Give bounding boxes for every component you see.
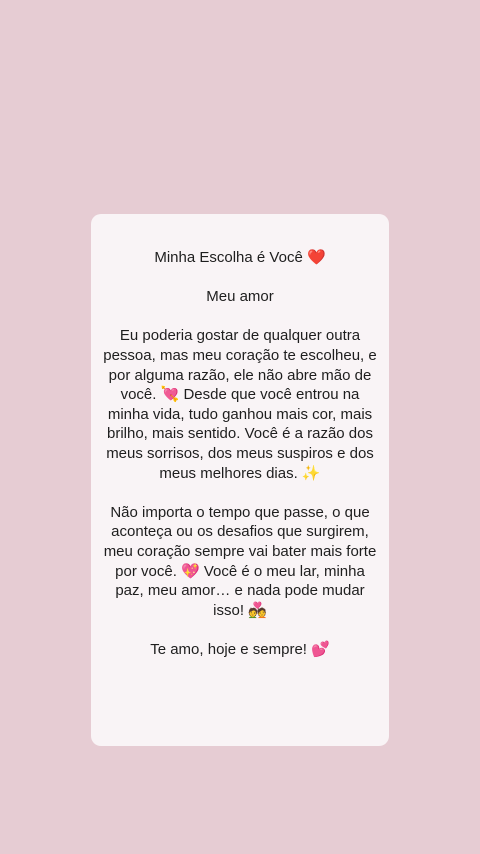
story-paragraph-1: Eu poderia gostar de qualquer outra pess… — [103, 327, 377, 482]
story-paragraph-2: Não importa o tempo que passe, o que aco… — [103, 503, 377, 619]
story-title: Minha Escolha é Você ❤️ — [154, 249, 326, 266]
story-text-card: Minha Escolha é Você ❤️ Meu amor Eu pode… — [91, 214, 389, 746]
story-closing: Te amo, hoje e sempre! 💕 — [150, 640, 330, 658]
story-greeting: Meu amor — [206, 288, 274, 306]
